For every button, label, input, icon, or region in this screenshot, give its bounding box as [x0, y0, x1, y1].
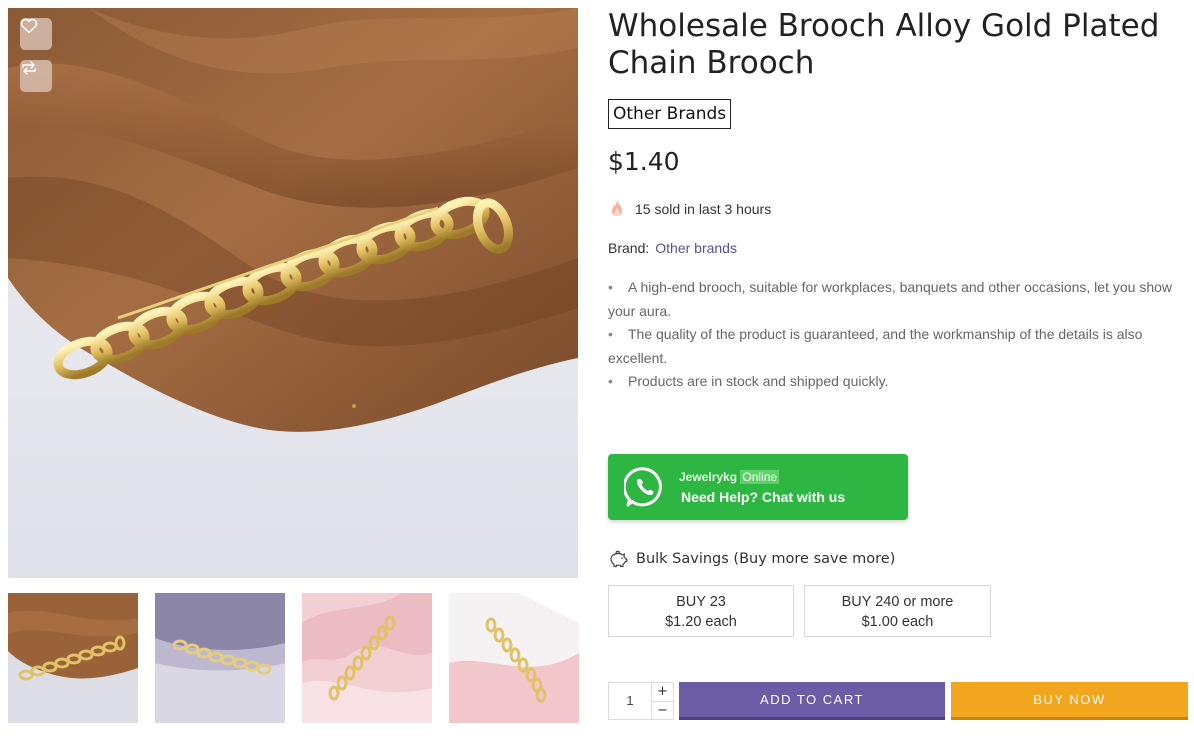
wishlist-button[interactable] [20, 18, 52, 50]
feature-item: The quality of the product is guaranteed… [608, 323, 1183, 370]
thumbnail-image [302, 593, 432, 723]
thumbnail-1[interactable] [8, 593, 138, 723]
brand-badge[interactable]: Other Brands [608, 99, 732, 129]
piggy-bank-icon [610, 550, 628, 568]
feature-list: A high-end brooch, suitable for workplac… [608, 276, 1183, 394]
agent-name-text: Jewelrykg [679, 470, 738, 484]
bulk-tier-1[interactable]: BUY 23 $1.20 each [608, 585, 794, 637]
whatsapp-chat-button[interactable]: Jewelrykg Online Need Help? Chat with us [608, 454, 908, 520]
heart-icon [20, 18, 38, 34]
quantity-input[interactable]: 1 [609, 683, 651, 719]
bulk-savings-heading: Bulk Savings (Buy more save more) [608, 549, 895, 569]
sold-text: 15 sold in last 3 hours [635, 201, 772, 217]
feature-item: Products are in stock and shipped quickl… [608, 370, 1183, 394]
thumbnail-image [8, 593, 138, 723]
sold-counter: 15 sold in last 3 hours [608, 199, 771, 219]
product-title: Wholesale Brooch Alloy Gold Plated Chain… [608, 8, 1160, 81]
product-photo [8, 8, 578, 432]
feature-item: A high-end brooch, suitable for workplac… [608, 276, 1183, 323]
thumbnail-3[interactable] [302, 593, 432, 723]
quantity-decrease-button[interactable]: − [652, 700, 673, 720]
chat-help-text: Need Help? Chat with us [681, 489, 846, 505]
quantity-stepper: 1 + − [608, 682, 674, 720]
thumbnail-image [155, 593, 285, 723]
online-status: Online [740, 470, 780, 484]
bulk-heading-text: Bulk Savings (Buy more save more) [636, 551, 896, 567]
bulk-tier-2[interactable]: BUY 240 or more $1.00 each [804, 585, 991, 637]
quantity-steps: + − [651, 683, 673, 719]
thumbnail-2[interactable] [155, 593, 285, 723]
main-product-image[interactable] [8, 8, 578, 578]
agent-name: Jewelrykg Online [679, 470, 780, 484]
product-price: $1.40 [608, 147, 680, 176]
compare-icon [22, 61, 36, 75]
tier-quantity: BUY 23 [676, 594, 726, 610]
brand-label: Brand: [608, 240, 650, 256]
add-to-cart-button[interactable]: ADD TO CART [679, 682, 945, 720]
whatsapp-icon [624, 467, 662, 507]
quantity-increase-button[interactable]: + [652, 683, 673, 701]
thumbnail-image [449, 593, 579, 723]
flame-icon [612, 200, 622, 216]
brand-link[interactable]: Other brands [655, 240, 737, 256]
thumbnail-4[interactable] [449, 593, 579, 723]
buy-now-button[interactable]: BUY NOW [951, 682, 1188, 720]
tier-price: $1.20 each [665, 614, 737, 630]
compare-button[interactable] [20, 60, 52, 92]
tier-price: $1.00 each [861, 614, 934, 630]
tier-quantity: BUY 240 or more [841, 594, 954, 610]
brand-line: Brand: Other brands [608, 240, 737, 256]
